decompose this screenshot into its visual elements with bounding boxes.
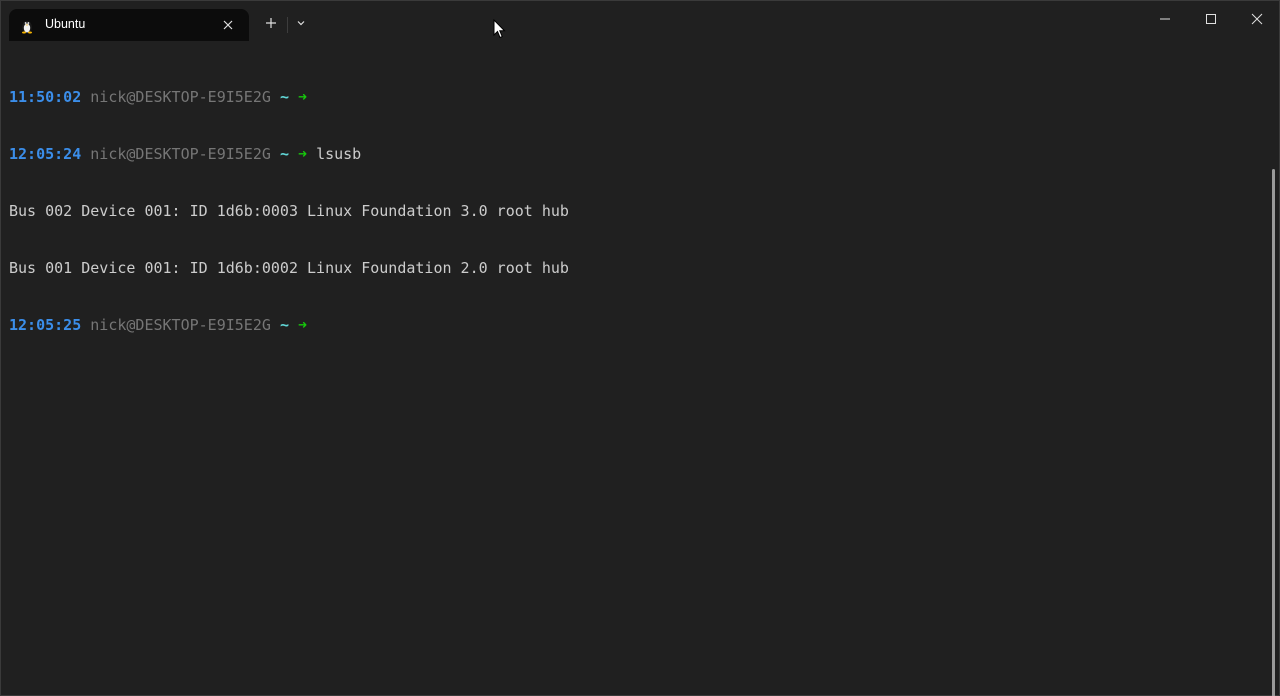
prompt-dir: ~: [279, 88, 289, 106]
scrollbar[interactable]: [1272, 169, 1275, 696]
tab-ubuntu[interactable]: Ubuntu: [9, 9, 249, 41]
prompt-line: 11:50:02 nick@DESKTOP-E9I5E2G ~ ➜: [9, 88, 569, 107]
minimize-button[interactable]: [1142, 1, 1188, 41]
terminal-window: Ubuntu 11:50:02 nick@DESKTOP-E9I5E2G ~ ➜…: [0, 0, 1280, 696]
close-window-button[interactable]: [1234, 1, 1280, 41]
prompt-line: 12:05:25 nick@DESKTOP-E9I5E2G ~ ➜: [9, 316, 569, 335]
mouse-pointer-icon: [493, 18, 507, 39]
close-icon: [1251, 12, 1263, 30]
command-text: lsusb: [316, 145, 362, 163]
plus-icon: [264, 16, 278, 35]
prompt-host: nick@DESKTOP-E9I5E2G: [90, 88, 271, 106]
tab-title: Ubuntu: [45, 17, 86, 31]
output-line: Bus 002 Device 001: ID 1d6b:0003 Linux F…: [9, 202, 569, 220]
prompt-arrow: ➜: [298, 316, 308, 334]
close-icon[interactable]: [219, 16, 237, 34]
linux-penguin-icon: [19, 18, 35, 34]
prompt-line: 12:05:24 nick@DESKTOP-E9I5E2G ~ ➜ lsusb: [9, 145, 569, 164]
minimize-icon: [1159, 12, 1171, 30]
prompt-dir: ~: [279, 316, 289, 334]
prompt-time: 12:05:24: [9, 145, 82, 163]
terminal-pane[interactable]: 11:50:02 nick@DESKTOP-E9I5E2G ~ ➜ 12:05:…: [1, 41, 1279, 696]
maximize-icon: [1205, 12, 1217, 30]
prompt-time: 11:50:02: [9, 88, 82, 106]
prompt-dir: ~: [279, 145, 289, 163]
prompt-time: 12:05:25: [9, 316, 82, 334]
prompt-arrow: ➜: [298, 145, 308, 163]
maximize-button[interactable]: [1188, 1, 1234, 41]
new-tab-button[interactable]: [257, 13, 285, 37]
chevron-down-icon: [295, 16, 307, 34]
title-bar[interactable]: Ubuntu: [1, 1, 1279, 41]
profiles-dropdown-button[interactable]: [287, 13, 315, 37]
prompt-host: nick@DESKTOP-E9I5E2G: [90, 145, 271, 163]
prompt-host: nick@DESKTOP-E9I5E2G: [90, 316, 271, 334]
output-line: Bus 001 Device 001: ID 1d6b:0002 Linux F…: [9, 259, 569, 277]
terminal-output: 11:50:02 nick@DESKTOP-E9I5E2G ~ ➜ 12:05:…: [9, 50, 569, 373]
prompt-arrow: ➜: [298, 88, 308, 106]
